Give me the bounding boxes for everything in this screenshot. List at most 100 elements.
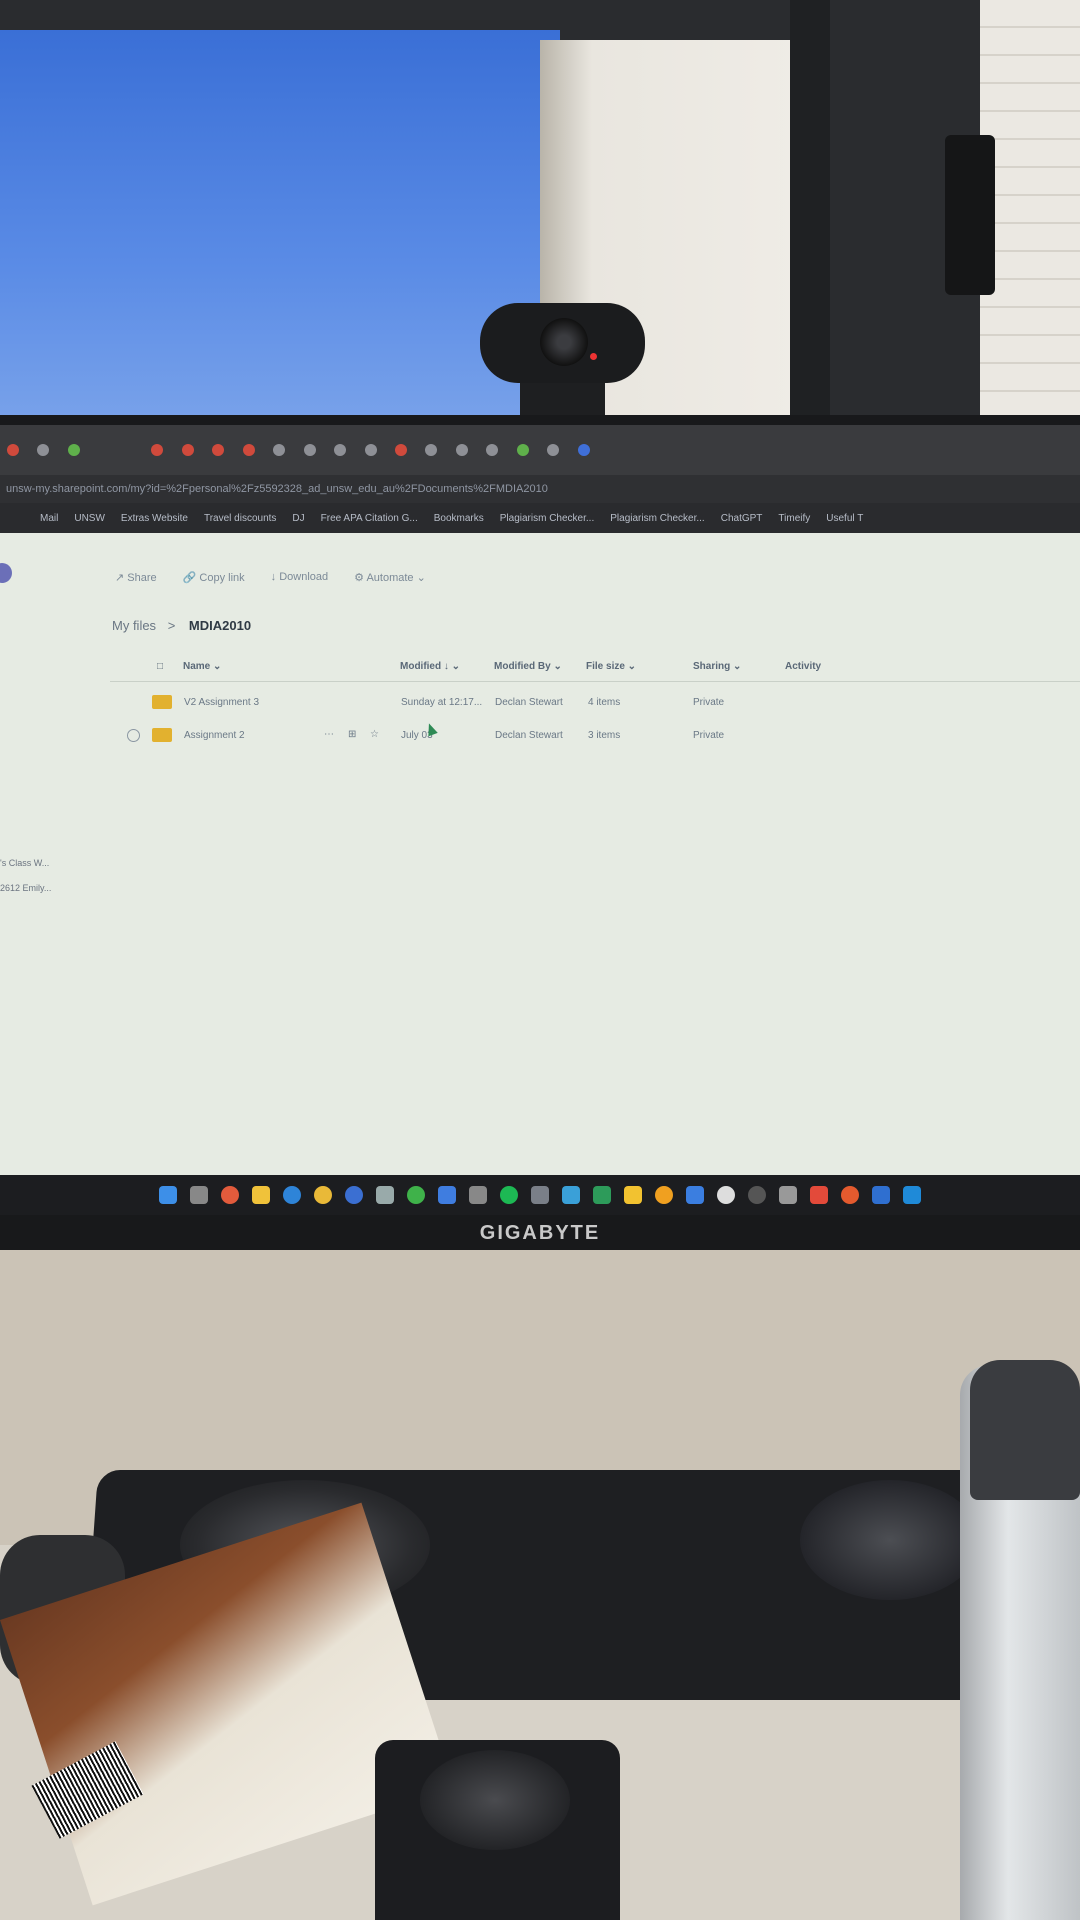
tab-icon[interactable] [334,444,347,456]
modified-date: Sunday at 12:17... [401,697,483,708]
favorite-star-icon[interactable]: ☆ [370,729,379,740]
tab-icon[interactable] [151,444,164,456]
bookmark[interactable]: ChatGPT [721,513,763,524]
bookmark[interactable]: DJ [292,513,304,524]
taskbar-app-icon[interactable] [531,1186,549,1204]
breadcrumb-current: MDIA2010 [188,618,252,633]
tab-icon[interactable] [273,444,286,456]
spotify-icon[interactable] [500,1186,518,1204]
file-type-icon: □ [157,661,164,672]
taskbar-app-icon[interactable] [872,1186,890,1204]
share-button[interactable]: ↗ Share [115,571,157,584]
speaker-knob [420,1750,570,1850]
app-avatar[interactable] [0,563,12,583]
tab-icon[interactable] [37,444,50,456]
column-modified-by[interactable]: Modified By ⌄ [494,661,562,672]
file-name[interactable]: Assignment 2 [184,730,245,741]
share-row-icon[interactable]: ⊞ [348,729,356,740]
taskbar-app-icon[interactable] [407,1186,425,1204]
file-size: 3 items [588,730,621,741]
column-sharing[interactable]: Sharing ⌄ [693,661,741,672]
taskbar-app-icon[interactable] [376,1186,394,1204]
taskbar-app-icon[interactable] [221,1186,239,1204]
taskbar-app-icon[interactable] [655,1186,673,1204]
bookmark[interactable]: UNSW [74,513,105,524]
tab-icon[interactable] [516,444,529,456]
breadcrumb-root[interactable]: My files [112,618,156,633]
more-options-icon[interactable]: ⋯ [324,729,334,740]
tab-icon[interactable] [303,444,316,456]
breadcrumb-separator: > [167,618,176,633]
tab-icon[interactable] [364,444,377,456]
tab-icon[interactable] [181,444,194,456]
bookmark[interactable]: Mail [40,513,58,524]
right-wall [980,0,1080,430]
column-modified[interactable]: Modified ↓ ⌄ [400,661,460,672]
modified-by: Declan Stewart [495,730,563,741]
column-file-size[interactable]: File size ⌄ [586,661,636,672]
url-text: unsw-my.sharepoint.com/my?id=%2Fpersonal… [6,483,548,495]
sidebar-item[interactable]: 2612 Emily... [0,876,51,901]
automate-button[interactable]: ⚙ Automate ⌄ [354,571,426,584]
folder-icon [152,695,172,709]
tab-icon[interactable] [242,444,255,456]
bookmark[interactable]: Plagiarism Checker... [500,513,594,524]
tab-icon[interactable] [425,444,438,456]
taskbar-app-icon[interactable] [624,1186,642,1204]
taskbar-app-icon[interactable] [593,1186,611,1204]
chrome-icon[interactable] [314,1186,332,1204]
tab-icon[interactable] [577,444,590,456]
tab-icon[interactable] [212,444,225,456]
sidebar-item[interactable]: 's Class W... [0,851,51,876]
bookmark[interactable]: Useful T [826,513,863,524]
taskbar-app-icon[interactable] [345,1186,363,1204]
command-bar: ↗ Share 🔗 Copy link ↓ Download ⚙ Automat… [115,571,426,584]
table-row[interactable]: V2 Assignment 3 Sunday at 12:17... Decla… [100,688,1080,718]
windows-start-icon[interactable] [159,1186,177,1204]
taskbar-app-icon[interactable] [283,1186,301,1204]
tab-icon[interactable] [547,444,560,456]
modified-by: Declan Stewart [495,697,563,708]
tab-icon[interactable] [7,444,19,456]
taskbar-app-icon[interactable] [748,1186,766,1204]
table-row[interactable]: Assignment 2 ⋯ ⊞ ☆ July 03 Declan Stewar… [100,721,1080,751]
file-explorer-icon[interactable] [252,1186,270,1204]
monitor-screen: unsw-my.sharepoint.com/my?id=%2Fpersonal… [0,425,1080,1175]
bookmarks-bar: Mail UNSW Extras Website Travel discount… [0,503,1080,533]
bookmark[interactable]: Plagiarism Checker... [610,513,704,524]
address-bar[interactable]: unsw-my.sharepoint.com/my?id=%2Fpersonal… [0,475,1080,503]
sidebar: 's Class W... 2612 Emily... [0,851,51,901]
taskbar-app-icon[interactable] [717,1186,735,1204]
monitor-brand-logo: GIGABYTE [479,1222,601,1244]
taskbar-app-icon[interactable] [686,1186,704,1204]
bookmark[interactable]: Travel discounts [204,513,276,524]
tab-icon[interactable] [67,444,80,456]
taskbar-app-icon[interactable] [190,1186,208,1204]
browser-tab-bar[interactable] [0,425,1080,475]
download-button[interactable]: ↓ Download [271,571,328,584]
tab-icon[interactable] [486,444,499,456]
column-name[interactable]: Name ⌄ [183,661,221,672]
file-name[interactable]: V2 Assignment 3 [184,697,259,708]
bookmark[interactable]: Extras Website [121,513,188,524]
bookmark[interactable]: Timeify [778,513,810,524]
vscode-icon[interactable] [903,1186,921,1204]
tab-icon[interactable] [394,444,407,456]
tab-icon[interactable] [455,444,468,456]
bookmark[interactable]: Free APA Citation G... [321,513,418,524]
sharing-status: Private [693,697,725,708]
taskbar-app-icon[interactable] [779,1186,797,1204]
taskbar-app-icon[interactable] [469,1186,487,1204]
taskbar-app-icon[interactable] [841,1186,859,1204]
column-activity[interactable]: Activity [785,661,821,672]
taskbar-app-icon[interactable] [810,1186,828,1204]
jog-wheel-right [800,1480,980,1600]
window-latch [945,135,995,295]
row-select-radio[interactable] [127,729,140,742]
bookmark[interactable]: Bookmarks [434,513,484,524]
windows-taskbar [0,1175,1080,1215]
taskbar-app-icon[interactable] [438,1186,456,1204]
copy-link-button[interactable]: 🔗 Copy link [183,571,245,584]
taskbar-app-icon[interactable] [562,1186,580,1204]
webcam-lens [540,318,588,366]
